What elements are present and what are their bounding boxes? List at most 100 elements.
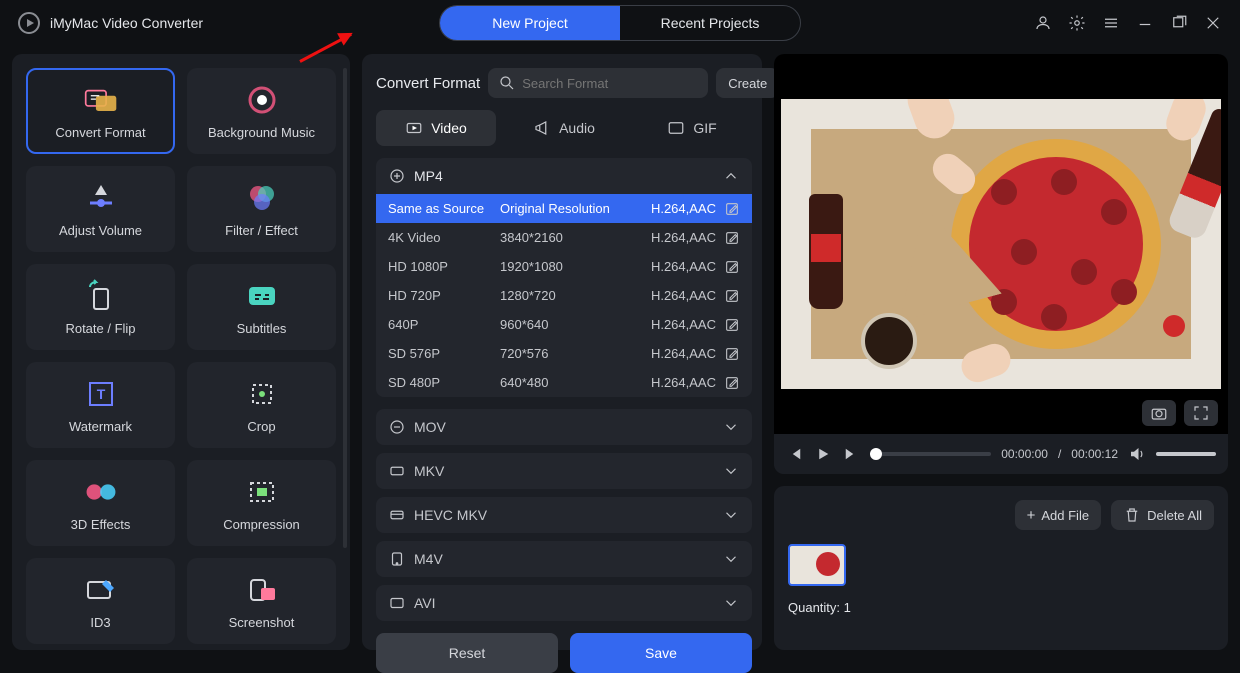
titlebar: iMyMac Video Converter New Project Recen… [0,0,1240,46]
time-current: 00:00:00 [1001,447,1048,461]
video-preview[interactable] [774,54,1228,434]
tool-subtitles[interactable]: Subtitles [187,264,336,350]
volume-button[interactable] [1128,445,1146,463]
maximize-icon[interactable] [1170,14,1188,32]
volume-slider[interactable] [1156,452,1216,456]
search-icon [498,74,516,92]
tab-recent-projects[interactable]: Recent Projects [620,6,800,40]
files-card: +Add File Delete All Quantity: 1 [774,486,1228,650]
preset-resolution: 3840*2160 [500,230,626,245]
minimize-icon[interactable] [1136,14,1154,32]
fullscreen-icon [1192,404,1210,422]
play-button[interactable] [814,445,832,463]
account-icon[interactable] [1034,14,1052,32]
format-group-header-mp4[interactable]: MP4 [376,158,752,194]
trash-icon [1123,506,1141,524]
app-title: iMyMac Video Converter [50,15,203,31]
delete-all-button[interactable]: Delete All [1111,500,1214,530]
format-preset-row[interactable]: 4K Video3840*2160H.264,AAC [376,223,752,252]
edit-preset-icon[interactable] [724,375,740,391]
reset-button[interactable]: Reset [376,633,558,673]
format-preset-row[interactable]: HD 720P1280*720H.264,AAC [376,281,752,310]
format-preset-row[interactable]: Same as SourceOriginal ResolutionH.264,A… [376,194,752,223]
tool-label: Compression [223,517,300,532]
quality-icon [388,167,406,185]
app-logo-icon [18,12,40,34]
crop-icon [245,377,279,411]
volume-icon [84,181,118,215]
chevron-down-icon [722,594,740,612]
3d-icon [84,475,118,509]
tool-label: Filter / Effect [225,223,298,238]
edit-preset-icon[interactable] [724,201,740,217]
add-file-button[interactable]: +Add File [1015,500,1101,530]
tool-3d-effects[interactable]: 3D Effects [26,460,175,546]
format-preset-row[interactable]: HD 1080P1920*1080H.264,AAC [376,252,752,281]
edit-preset-icon[interactable] [724,346,740,362]
quantity-label: Quantity: 1 [788,600,1214,615]
format-group-m4v[interactable]: M4V [376,541,752,577]
preset-name: Same as Source [388,201,500,216]
format-icon [388,550,406,568]
edit-preset-icon[interactable] [724,259,740,275]
type-tab-gif[interactable]: GIF [632,110,752,146]
video-icon [405,119,423,137]
time-total: 00:00:12 [1071,447,1118,461]
format-group-hevc-mkv[interactable]: HEVC MKV [376,497,752,533]
snapshot-button[interactable] [1142,400,1176,426]
music-icon [245,83,279,117]
format-group-mkv[interactable]: MKV [376,453,752,489]
type-tab-video[interactable]: Video [376,110,496,146]
fullscreen-button[interactable] [1184,400,1218,426]
settings-icon[interactable] [1068,14,1086,32]
edit-preset-icon[interactable] [724,230,740,246]
edit-preset-icon[interactable] [724,288,740,304]
tool-convert-format[interactable]: Convert Format [26,68,175,154]
save-button[interactable]: Save [570,633,752,673]
tool-filter-effect[interactable]: Filter / Effect [187,166,336,252]
watermark-icon: T [84,377,118,411]
tool-compression[interactable]: Compression [187,460,336,546]
format-group-avi[interactable]: AVI [376,585,752,621]
tool-id3[interactable]: ID3 [26,558,175,644]
tool-background-music[interactable]: Background Music [187,68,336,154]
search-format-wrap[interactable] [488,68,708,98]
tool-screenshot[interactable]: Screenshot [187,558,336,644]
tool-watermark[interactable]: T Watermark [26,362,175,448]
play-bar: 00:00:00 / 00:00:12 [774,434,1228,474]
menu-icon[interactable] [1102,14,1120,32]
prev-button[interactable] [786,445,804,463]
format-preset-row[interactable]: 640P960*640H.264,AAC [376,310,752,339]
search-format-input[interactable] [522,76,698,91]
preset-codec: H.264,AAC [626,375,716,390]
preset-resolution: 1280*720 [500,288,626,303]
format-preset-row[interactable]: SD 576P720*576H.264,AAC [376,339,752,368]
preset-name: HD 720P [388,288,500,303]
close-icon[interactable] [1204,14,1222,32]
preview-panel: 00:00:00 / 00:00:12 +Add File Delete All… [774,54,1228,650]
seek-slider[interactable] [870,452,991,456]
create-format-button[interactable]: Create [716,68,779,98]
tool-label: Adjust Volume [59,223,142,238]
tool-crop[interactable]: Crop [187,362,336,448]
type-tab-audio[interactable]: Audio [504,110,624,146]
tab-new-project[interactable]: New Project [440,6,620,40]
preset-resolution: Original Resolution [500,201,626,216]
format-group-mov[interactable]: MOV [376,409,752,445]
preset-name: 640P [388,317,500,332]
chevron-down-icon [722,418,740,436]
window-actions [1034,14,1222,32]
preset-codec: H.264,AAC [626,259,716,274]
file-thumbnail[interactable] [788,544,846,586]
preset-name: SD 576P [388,346,500,361]
convert-format-icon [84,83,118,117]
tool-adjust-volume[interactable]: Adjust Volume [26,166,175,252]
edit-preset-icon[interactable] [724,317,740,333]
tool-label: Rotate / Flip [65,321,135,336]
tool-label: Convert Format [55,125,145,140]
format-preset-rows: Same as SourceOriginal Resolution H.264,A… [376,194,752,397]
next-button[interactable] [842,445,860,463]
format-preset-row[interactable]: SD 480P640*480H.264,AAC [376,368,752,397]
scrollbar-track[interactable] [343,68,347,548]
tool-rotate-flip[interactable]: Rotate / Flip [26,264,175,350]
